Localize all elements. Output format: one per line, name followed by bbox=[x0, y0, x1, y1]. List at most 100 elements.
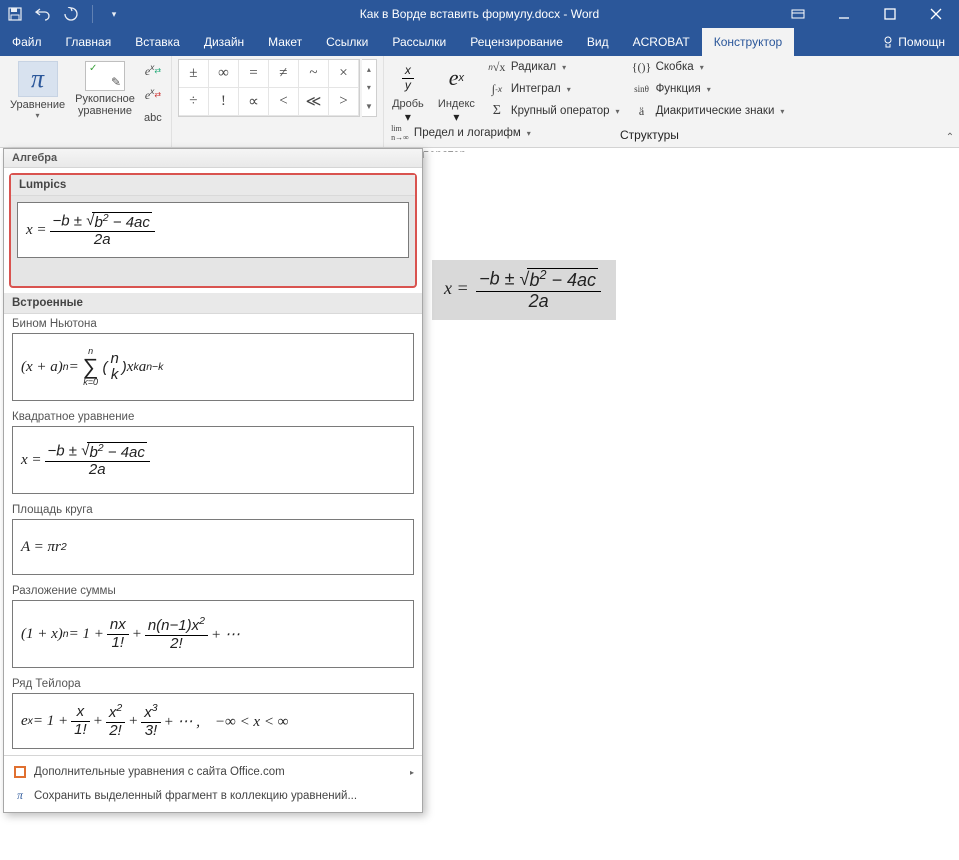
diacritic-button[interactable]: äДиакритические знаки▾ bbox=[632, 102, 785, 120]
tab-review[interactable]: Рецензирование bbox=[458, 28, 575, 56]
equation-preview-circle: A = πr2 bbox=[12, 519, 414, 575]
document-equation[interactable]: x = −b ± b2 − 4ac2a bbox=[432, 260, 616, 320]
minimize-button[interactable] bbox=[821, 0, 867, 28]
gallery-category-builtin: Встроенные bbox=[4, 293, 422, 314]
bracket-icon: {()} bbox=[632, 59, 652, 75]
professional-button[interactable]: ex⇄ bbox=[141, 59, 165, 81]
pi-icon: π bbox=[18, 61, 58, 97]
function-button[interactable]: sinθФункция▾ bbox=[632, 80, 785, 98]
save-button[interactable] bbox=[6, 5, 24, 23]
equation-preview-sumexp: (1 + x)n = 1 + nx1! + n(n−1)x22! + ⋯ bbox=[12, 600, 414, 668]
integral-icon: ∫-x bbox=[487, 81, 507, 97]
equation-preview-quad: x = −b ± b2 − 4ac2a bbox=[12, 426, 414, 494]
fraction-icon: xy bbox=[390, 60, 426, 96]
gallery-item-circle[interactable]: Площадь круга A = πr2 bbox=[4, 500, 422, 581]
gallery-item-binom[interactable]: Бином Ньютона (x + a)n = n∑k=0 (nk) xkan… bbox=[4, 314, 422, 407]
gallery-item-binom-label: Бином Ньютона bbox=[12, 318, 414, 330]
radical-label: Радикал bbox=[511, 61, 556, 73]
sym-lt[interactable]: < bbox=[269, 88, 299, 116]
tab-home[interactable]: Главная bbox=[54, 28, 124, 56]
tab-layout[interactable]: Макет bbox=[256, 28, 314, 56]
function-icon: sinθ bbox=[632, 81, 652, 97]
close-button[interactable] bbox=[913, 0, 959, 28]
ribbon-collapse-button[interactable]: ⌃ bbox=[941, 56, 959, 147]
tab-insert[interactable]: Вставка bbox=[123, 28, 192, 56]
integral-label: Интеграл bbox=[511, 83, 561, 95]
document-area[interactable]: x = −b ± b2 − 4ac2a bbox=[424, 152, 955, 856]
group-symbols: ± ∞ = ≠ ~ × ÷ ! ∝ < ≪ > ▴ ▾ ▼ bbox=[172, 56, 384, 147]
ink-label: Рукописное уравнение bbox=[75, 93, 135, 117]
limlog-icon: limn→∞ bbox=[390, 125, 410, 141]
more-equations-link[interactable]: Дополнительные уравнения с сайта Office.… bbox=[4, 760, 422, 784]
sym-prop[interactable]: ∝ bbox=[239, 88, 269, 116]
sym-ll[interactable]: ≪ bbox=[299, 88, 329, 116]
integral-button[interactable]: ∫-xИнтеграл▾ bbox=[487, 80, 620, 98]
index-label: Индекс bbox=[438, 98, 475, 110]
gallery-footer: Дополнительные уравнения с сайта Office.… bbox=[4, 755, 422, 812]
equation-button[interactable]: π Уравнение ▾ bbox=[6, 59, 69, 122]
title-bar: ▾ Как в Ворде вставить формулу.docx - Wo… bbox=[0, 0, 959, 28]
maximize-button[interactable] bbox=[867, 0, 913, 28]
save-selection-link[interactable]: π Сохранить выделенный фрагмент в коллек… bbox=[4, 784, 422, 808]
tab-references[interactable]: Ссылки bbox=[314, 28, 380, 56]
fraction-button[interactable]: xy Дробь▾ bbox=[390, 58, 426, 124]
sym-down[interactable]: ▾ bbox=[362, 79, 376, 98]
ribbon-tabs: Файл Главная Вставка Дизайн Макет Ссылки… bbox=[0, 28, 959, 56]
equation-label: Уравнение bbox=[10, 99, 65, 111]
gallery-item-taylor[interactable]: Ряд Тейлора ex = 1 + x1! + x22! + x33! +… bbox=[4, 674, 422, 755]
sym-up[interactable]: ▴ bbox=[362, 60, 376, 79]
gallery-category-lumpics: Lumpics bbox=[11, 175, 415, 196]
ink-equation-button[interactable]: Рукописное уравнение bbox=[71, 59, 139, 119]
symbol-grid: ± ∞ = ≠ ~ × ÷ ! ∝ < ≪ > bbox=[178, 59, 360, 117]
structures-group-label: Структуры bbox=[620, 128, 679, 142]
large-op-button[interactable]: ΣКрупный оператор▾ bbox=[487, 102, 620, 120]
lightbulb-icon bbox=[882, 36, 894, 48]
index-icon: ex bbox=[438, 60, 474, 96]
gallery-item-sumexp-label: Разложение суммы bbox=[12, 585, 414, 597]
tab-mailings[interactable]: Рассылки bbox=[380, 28, 458, 56]
sym-fact[interactable]: ! bbox=[209, 88, 239, 116]
sym-more[interactable]: ▼ bbox=[362, 97, 376, 116]
gallery-item-sumexp[interactable]: Разложение суммы (1 + x)n = 1 + nx1! + n… bbox=[4, 581, 422, 674]
normal-text-button[interactable]: abc bbox=[141, 107, 165, 129]
limlog-label: Предел и логарифм bbox=[414, 127, 521, 139]
bracket-button[interactable]: {()}Скобка▾ bbox=[632, 58, 785, 76]
tab-acrobat[interactable]: ACROBAT bbox=[621, 28, 702, 56]
sym-tilde[interactable]: ~ bbox=[299, 60, 329, 88]
tell-me-button[interactable]: Помощн bbox=[870, 28, 959, 56]
gallery-header: Алгебра bbox=[4, 149, 422, 168]
linear-button[interactable]: ex⇄ bbox=[141, 83, 165, 105]
ribbon-options-button[interactable] bbox=[775, 0, 821, 28]
more-equations-label: Дополнительные уравнения с сайта Office.… bbox=[34, 766, 285, 778]
tell-me-label: Помощн bbox=[898, 35, 945, 49]
limlog-button[interactable]: limn→∞Предел и логарифм▾ bbox=[390, 124, 531, 142]
radical-button[interactable]: n√xРадикал▾ bbox=[487, 58, 620, 76]
sigma-icon: Σ bbox=[487, 103, 507, 119]
equation-gallery: Алгебра Lumpics x = −b ± b2 − 4ac2a Встр… bbox=[3, 148, 423, 813]
save-selection-label: Сохранить выделенный фрагмент в коллекци… bbox=[34, 790, 357, 802]
ribbon: π Уравнение ▾ Рукописное уравнение ex⇄ e… bbox=[0, 56, 959, 148]
tab-view[interactable]: Вид bbox=[575, 28, 621, 56]
sym-times[interactable]: × bbox=[329, 60, 359, 88]
gallery-item-lumpics[interactable]: Lumpics x = −b ± b2 − 4ac2a bbox=[9, 173, 417, 288]
undo-button[interactable] bbox=[34, 5, 52, 23]
sym-pm[interactable]: ± bbox=[179, 60, 209, 88]
qat-customize-button[interactable]: ▾ bbox=[105, 5, 123, 23]
group-tools: π Уравнение ▾ Рукописное уравнение ex⇄ e… bbox=[0, 56, 172, 147]
fraction-label: Дробь bbox=[392, 98, 424, 110]
sym-inf[interactable]: ∞ bbox=[209, 60, 239, 88]
tab-constructor[interactable]: Конструктор bbox=[702, 28, 794, 56]
sym-neq[interactable]: ≠ bbox=[269, 60, 299, 88]
index-button[interactable]: ex Индекс▾ bbox=[438, 58, 475, 124]
ink-icon bbox=[85, 61, 125, 91]
tab-file[interactable]: Файл bbox=[0, 28, 54, 56]
group-structures: xy Дробь▾ ex Индекс▾ n√xРадикал▾ ∫-x Инте… bbox=[384, 56, 941, 147]
sym-gt[interactable]: > bbox=[329, 88, 359, 116]
gallery-item-taylor-label: Ряд Тейлора bbox=[12, 678, 414, 690]
gallery-item-quad[interactable]: Квадратное уравнение x = −b ± b2 − 4ac2a bbox=[4, 407, 422, 500]
tab-design[interactable]: Дизайн bbox=[192, 28, 256, 56]
sym-eq[interactable]: = bbox=[239, 60, 269, 88]
sym-div[interactable]: ÷ bbox=[179, 88, 209, 116]
quick-access-toolbar: ▾ bbox=[0, 5, 123, 23]
redo-button[interactable] bbox=[62, 5, 80, 23]
